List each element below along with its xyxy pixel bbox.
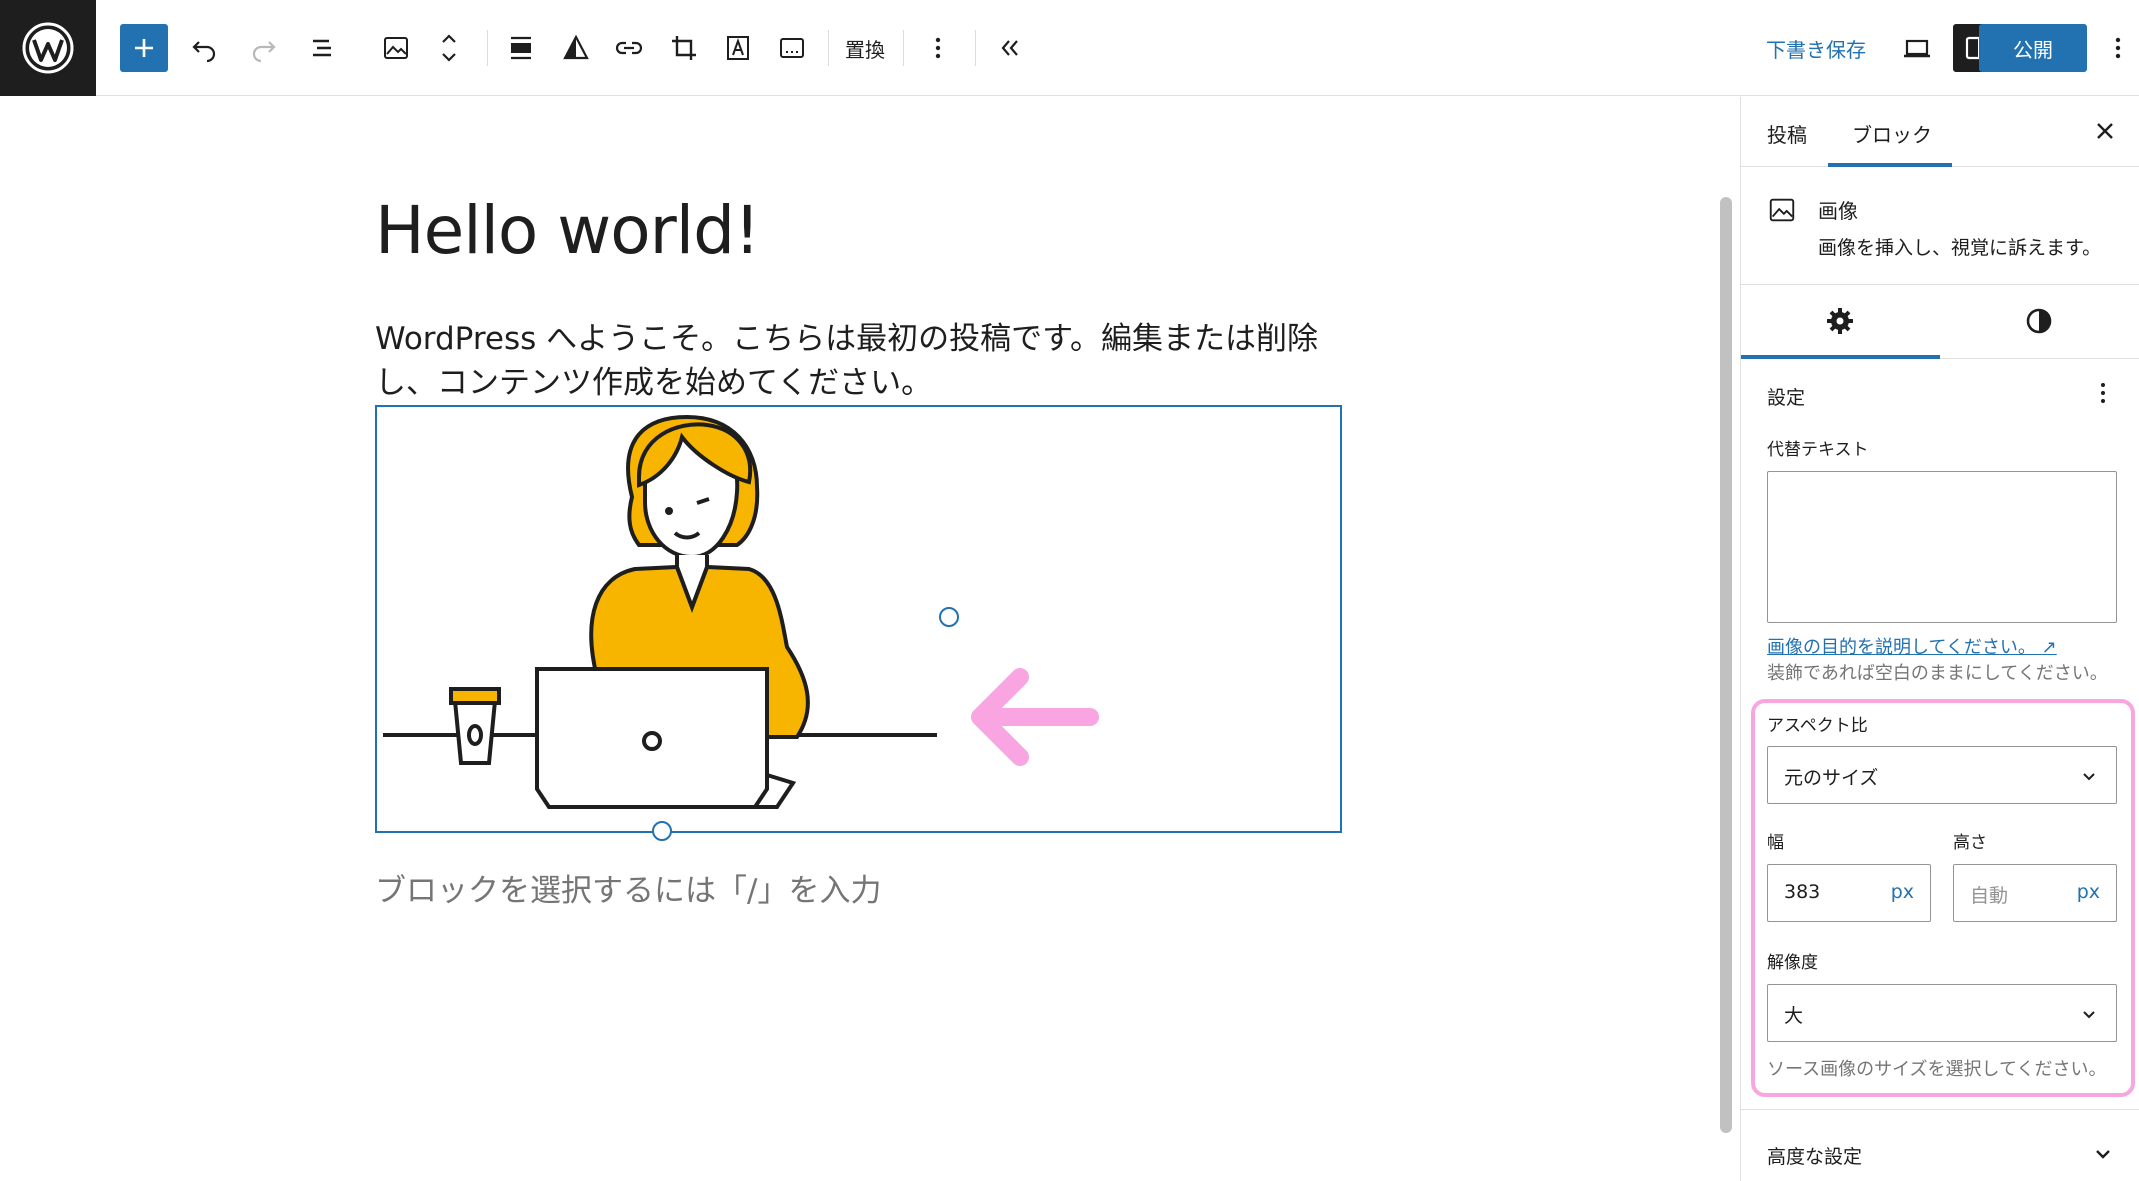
height-unit[interactable]: px — [2077, 881, 2100, 903]
undo-icon — [192, 41, 216, 63]
sidebar-tabs: 投稿 ブロック — [1741, 97, 2139, 167]
height-input[interactable]: 自動 px — [1953, 864, 2117, 922]
double-chevron-left-icon — [1001, 40, 1018, 56]
advanced-panel-toggle[interactable]: 高度な設定 — [1741, 1109, 2139, 1181]
woman-with-laptop-illustration — [383, 414, 937, 809]
vertical-dots-icon — [2115, 37, 2121, 59]
aspect-ratio-label: アスペクト比 — [1767, 716, 1868, 736]
height-label: 高さ — [1953, 833, 1987, 853]
block-placeholder[interactable]: ブロックを選択するには「/」を入力 — [375, 865, 881, 910]
vertical-dots-icon[interactable] — [2089, 379, 2117, 407]
close-icon[interactable] — [2091, 117, 2119, 145]
caption-button[interactable] — [768, 24, 816, 72]
advanced-title: 高度な設定 — [1767, 1146, 1863, 1168]
plus-icon — [135, 39, 153, 57]
resolution-help: ソース画像のサイズを選択してください。 — [1767, 1059, 2107, 1080]
tab-post[interactable]: 投稿 — [1767, 119, 1807, 148]
image-icon — [384, 37, 408, 59]
top-toolbar: 置換 下書き保存 公開 — [0, 0, 2139, 96]
link-button[interactable] — [605, 24, 653, 72]
image-block[interactable] — [375, 405, 1342, 833]
canvas-scrollbar[interactable] — [1720, 197, 1732, 1133]
list-view-button[interactable] — [300, 24, 348, 72]
active-subtab-indicator — [1741, 355, 1940, 359]
resize-handle-right[interactable] — [939, 607, 959, 627]
gear-icon[interactable] — [1822, 303, 1858, 339]
resolution-label: 解像度 — [1767, 953, 1818, 973]
image-icon — [1769, 198, 1795, 222]
text-overlay-icon — [727, 36, 749, 60]
add-block-button[interactable] — [120, 24, 168, 72]
resize-handle-bottom[interactable] — [652, 821, 672, 841]
contrast-icon[interactable] — [2021, 303, 2057, 339]
block-card-title: 画像 — [1818, 199, 1858, 223]
move-block-button[interactable] — [425, 24, 473, 72]
align-button[interactable] — [497, 24, 545, 72]
list-view-icon — [313, 39, 331, 57]
settings-styles-tabs — [1741, 285, 2139, 359]
link-icon — [615, 41, 643, 55]
height-placeholder: 自動 — [1970, 885, 2009, 907]
width-value: 383 — [1784, 881, 1821, 903]
pink-arrow-icon — [971, 668, 1099, 766]
crop-button[interactable] — [660, 24, 708, 72]
preview-button[interactable] — [1893, 24, 1941, 72]
replace-button[interactable]: 置換 — [845, 34, 885, 63]
aspect-ratio-select[interactable]: 元のサイズ — [1767, 746, 2117, 804]
redo-icon — [252, 41, 276, 63]
chevron-down-icon — [2096, 1150, 2110, 1159]
width-label: 幅 — [1767, 833, 1784, 853]
save-draft-button[interactable]: 下書き保存 — [1766, 34, 1866, 63]
block-options-button[interactable] — [914, 24, 962, 72]
undo-button[interactable] — [180, 24, 228, 72]
chevron-down-icon — [2083, 1011, 2095, 1019]
caption-icon — [780, 38, 804, 58]
block-type-image-button[interactable] — [372, 24, 420, 72]
width-unit[interactable]: px — [1891, 881, 1914, 903]
wordpress-logo-icon[interactable] — [0, 0, 96, 96]
chevron-down-icon — [2083, 773, 2095, 781]
tab-block[interactable]: ブロック — [1852, 119, 1932, 148]
alt-text-help: 装飾であれば空白のままにしてください。 — [1767, 663, 2108, 684]
post-title[interactable]: Hello world! — [375, 192, 760, 269]
align-icon — [511, 36, 531, 60]
collapse-toolbar-button[interactable] — [986, 24, 1034, 72]
paragraph-block[interactable]: WordPress へようこそ。こちらは最初の投稿です。編集または削除し、コンテ… — [375, 317, 1355, 405]
resolution-select[interactable]: 大 — [1767, 984, 2117, 1042]
block-card: 画像 画像を挿入し、視覚に訴えます。 — [1741, 167, 2139, 285]
width-input[interactable]: 383 px — [1767, 864, 1931, 922]
duotone-button[interactable] — [552, 24, 600, 72]
publish-button[interactable]: 公開 — [1979, 24, 2087, 72]
desktop-preview-icon — [1904, 39, 1930, 58]
redo-button[interactable] — [240, 24, 288, 72]
more-options-button[interactable] — [2100, 24, 2136, 72]
duotone-icon — [563, 34, 589, 60]
settings-sidebar: 投稿 ブロック 画像 画像を挿入し、視覚に訴えます。 設定 代替テキスト 画像の… — [1740, 97, 2139, 1181]
text-overlay-button[interactable] — [714, 24, 762, 72]
block-card-description: 画像を挿入し、視覚に訴えます。 — [1818, 237, 2102, 259]
settings-section-title: 設定 — [1767, 387, 1806, 409]
editor-canvas: Hello world! WordPress へようこそ。こちらは最初の投稿です… — [0, 97, 1732, 1181]
alt-text-label: 代替テキスト — [1767, 440, 1869, 460]
chevron-up-down-icon — [442, 34, 456, 62]
alt-text-help-link[interactable]: 画像の目的を説明してください。 ↗ — [1767, 633, 2057, 659]
resolution-value: 大 — [1784, 1005, 1804, 1027]
aspect-ratio-value: 元のサイズ — [1784, 767, 1879, 789]
vertical-dots-icon — [935, 37, 941, 59]
alt-text-field[interactable] — [1767, 471, 2117, 623]
crop-icon — [672, 36, 696, 60]
